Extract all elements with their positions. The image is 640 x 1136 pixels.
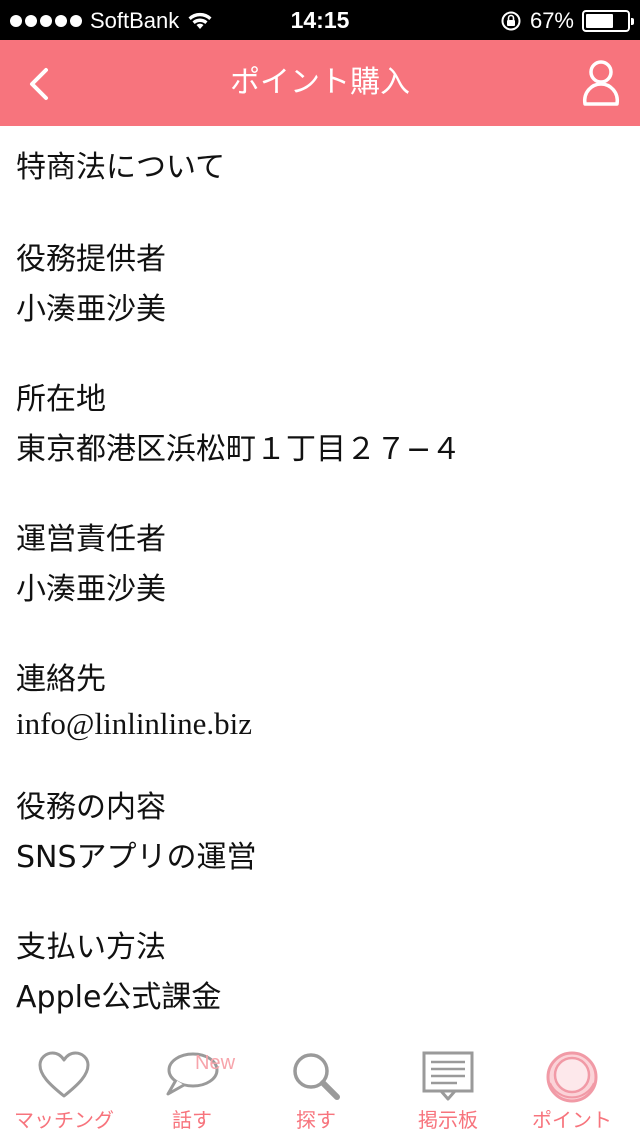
- section-label: 連絡先: [16, 662, 106, 697]
- section-value: 小湊亜沙美: [16, 572, 166, 607]
- battery-percent: 67%: [529, 8, 574, 33]
- tab-point[interactable]: ポイント: [508, 1040, 636, 1136]
- tab-label: 掲示板: [418, 1108, 478, 1132]
- section-label: 支払い方法: [16, 930, 166, 965]
- tab-talk[interactable]: New 話す: [128, 1040, 256, 1136]
- profile-icon[interactable]: [580, 58, 622, 108]
- tab-label: 探す: [296, 1108, 336, 1132]
- search-icon: [293, 1053, 340, 1100]
- tab-label: 話す: [172, 1108, 212, 1132]
- tab-label: マッチング: [14, 1108, 114, 1132]
- section-value: SNSアプリの運営: [16, 840, 257, 875]
- section-value: 小湊亜沙美: [16, 292, 166, 327]
- section-address: 所在地 東京都港区浜松町１丁目２７−４: [16, 380, 624, 470]
- heart-icon: [38, 1051, 90, 1098]
- section-value: Apple公式課金: [16, 980, 222, 1015]
- status-bar: SoftBank 14:15 67%: [0, 0, 640, 40]
- section-heading: 特商法について: [16, 150, 226, 185]
- nav-bar: ポイント購入: [0, 40, 640, 126]
- section-label: 運営責任者: [16, 522, 166, 557]
- board-icon: [422, 1051, 474, 1101]
- page-title: ポイント購入: [230, 65, 410, 100]
- coin-icon: [546, 1051, 598, 1103]
- legal-info-content: 特商法について 役務提供者 小湊亜沙美 所在地 東京都港区浜松町１丁目２７−４ …: [16, 126, 624, 1018]
- section-contact: 連絡先 info@linlinline.biz: [16, 660, 624, 744]
- section-value: 東京都港区浜松町１丁目２７−４: [16, 432, 462, 467]
- tab-matching[interactable]: マッチング: [0, 1040, 128, 1136]
- status-right: 67%: [500, 8, 634, 34]
- section-label: 所在地: [16, 382, 106, 417]
- section-manager: 運営責任者 小湊亜沙美: [16, 520, 624, 610]
- section-label: 役務提供者: [16, 242, 166, 277]
- tab-board[interactable]: 掲示板: [384, 1040, 512, 1136]
- contact-email-link[interactable]: info@linlinline.biz: [16, 704, 624, 744]
- section-service: 役務の内容 SNSアプリの運営: [16, 788, 624, 878]
- section-label: 役務の内容: [16, 790, 166, 825]
- rotation-lock-icon: [501, 11, 521, 31]
- tab-search[interactable]: 探す: [252, 1040, 380, 1136]
- section-payment: 支払い方法 Apple公式課金: [16, 928, 624, 1018]
- section-provider: 役務提供者 小湊亜沙美: [16, 240, 624, 330]
- new-badge: New: [195, 1052, 236, 1074]
- tab-label: ポイント: [532, 1108, 612, 1132]
- tab-bar: マッチング New 話す 探す 掲示板 ポイント: [0, 1040, 640, 1136]
- battery-icon: [582, 10, 634, 32]
- battery-fill: [586, 14, 613, 28]
